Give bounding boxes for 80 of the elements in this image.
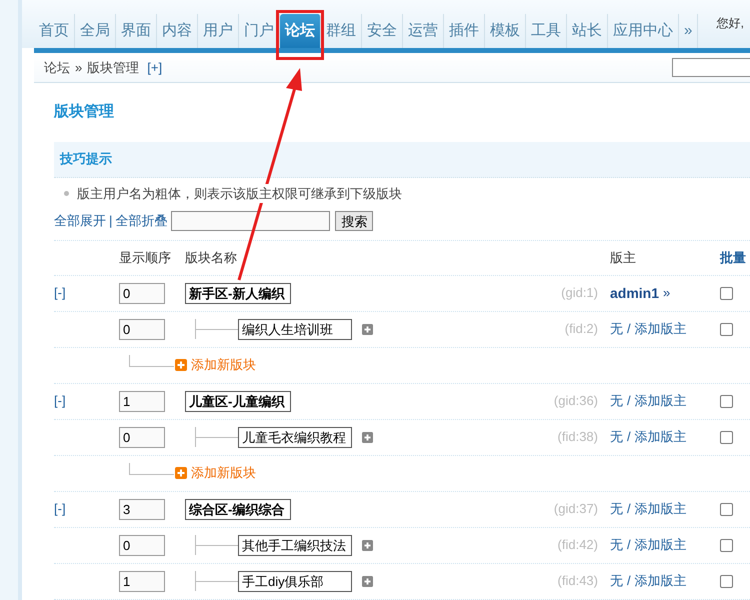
id-text: (fid:38)	[558, 428, 598, 446]
add-moderator-link[interactable]: 添加版主	[634, 499, 687, 519]
id-text: (fid:43)	[558, 572, 598, 590]
plus-icon[interactable]	[362, 576, 373, 586]
column-header: 版块名称	[185, 250, 237, 265]
more-link[interactable]: »	[663, 283, 670, 303]
id-text: (gid:37)	[554, 500, 598, 518]
collapse-all-link[interactable]: 全部折叠	[115, 210, 168, 230]
add-moderator-link[interactable]: 添加版主	[634, 535, 687, 555]
none-text: 无	[610, 536, 623, 554]
greeting-text: 您好,	[716, 15, 744, 32]
plus-icon[interactable]	[362, 324, 373, 334]
column-header: 显示顺序	[119, 250, 171, 265]
order-field[interactable]: 1	[119, 390, 165, 412]
id-text: (gid:1)	[561, 284, 598, 302]
tip-text: 版主用户名为粗体，则表示该版主权限可继承到下级版块	[77, 184, 402, 204]
separator-text: /	[627, 392, 631, 410]
separator-text: /	[627, 500, 631, 518]
plus-icon[interactable]	[362, 432, 373, 442]
checkbox[interactable]	[720, 538, 733, 552]
separator-text: |	[109, 212, 112, 230]
separator-text: /	[627, 572, 631, 590]
order-field[interactable]: 0	[119, 318, 165, 340]
column-header: 版主	[610, 250, 636, 265]
forum-name-field[interactable]: 新手区-新人编织	[185, 282, 291, 304]
search-field[interactable]	[672, 58, 750, 77]
plus-icon[interactable]	[175, 467, 187, 479]
id-text: (fid:2)	[564, 320, 598, 338]
page-title: 版块管理	[54, 102, 115, 122]
checkbox[interactable]	[720, 286, 733, 300]
forum-name-field[interactable]: 其他手工编织技法	[238, 534, 352, 556]
order-field[interactable]: 0	[119, 426, 165, 448]
order-field[interactable]: 1	[119, 570, 165, 592]
add-moderator-link[interactable]: 添加版主	[634, 391, 687, 411]
id-text: (gid:36)	[554, 392, 598, 410]
breadcrumb-separator: »	[75, 58, 82, 77]
collapse-toggle[interactable]: [-]	[54, 501, 66, 516]
add-moderator-link[interactable]: 添加版主	[634, 571, 687, 591]
tree-line	[129, 355, 174, 367]
order-field[interactable]: 0	[119, 534, 165, 556]
order-field[interactable]: 3	[119, 498, 165, 520]
none-text: 无	[610, 392, 623, 410]
separator-text: /	[627, 428, 631, 446]
none-text: 无	[610, 572, 623, 590]
tree-line	[129, 463, 174, 475]
forum-name-field[interactable]: 手工diy俱乐部	[238, 570, 352, 592]
add-moderator-link[interactable]: 添加版主	[634, 427, 687, 447]
plus-icon[interactable]	[362, 540, 373, 550]
tips-header: 技巧提示	[54, 142, 750, 178]
checkbox[interactable]	[720, 430, 733, 444]
forum-name-field[interactable]: 综合区-编织综合	[185, 498, 291, 520]
search-button[interactable]: 搜索	[335, 210, 374, 230]
none-text: 无	[610, 320, 623, 338]
moderator-link[interactable]: admin1	[610, 282, 660, 304]
checkbox[interactable]	[720, 394, 733, 408]
none-text: 无	[610, 500, 623, 518]
expand-all-link[interactable]: 全部展开	[54, 210, 106, 230]
checkbox[interactable]	[720, 574, 733, 588]
plus-icon[interactable]	[175, 359, 187, 371]
collapse-toggle[interactable]: [-]	[54, 285, 66, 300]
separator-text: /	[627, 536, 631, 554]
annotation-frame	[276, 10, 324, 60]
forum-name-field[interactable]: 编织人生培训班	[238, 318, 352, 340]
add-moderator-link[interactable]: 添加版主	[634, 319, 687, 339]
forum-name-field[interactable]: 儿童毛衣编织教程	[238, 426, 352, 448]
checkbox[interactable]	[720, 502, 733, 516]
collapse-toggle[interactable]: [-]	[54, 393, 66, 408]
checkbox[interactable]	[720, 322, 733, 336]
forum-name-field[interactable]: 儿童区-儿童编织	[185, 390, 291, 412]
separator-text: /	[627, 320, 631, 338]
search-input[interactable]	[171, 210, 330, 230]
none-text: 无	[610, 428, 623, 446]
expand-toggle[interactable]: [+]	[147, 58, 162, 78]
column-header: 批量	[720, 250, 746, 265]
breadcrumb-current: 版块管理	[87, 58, 140, 77]
breadcrumb-link[interactable]: 论坛	[44, 58, 70, 78]
bullet-icon	[64, 191, 69, 196]
nav-tab[interactable]: 论坛	[280, 14, 321, 48]
id-text: (fid:42)	[558, 536, 598, 554]
order-field[interactable]: 0	[119, 282, 165, 304]
